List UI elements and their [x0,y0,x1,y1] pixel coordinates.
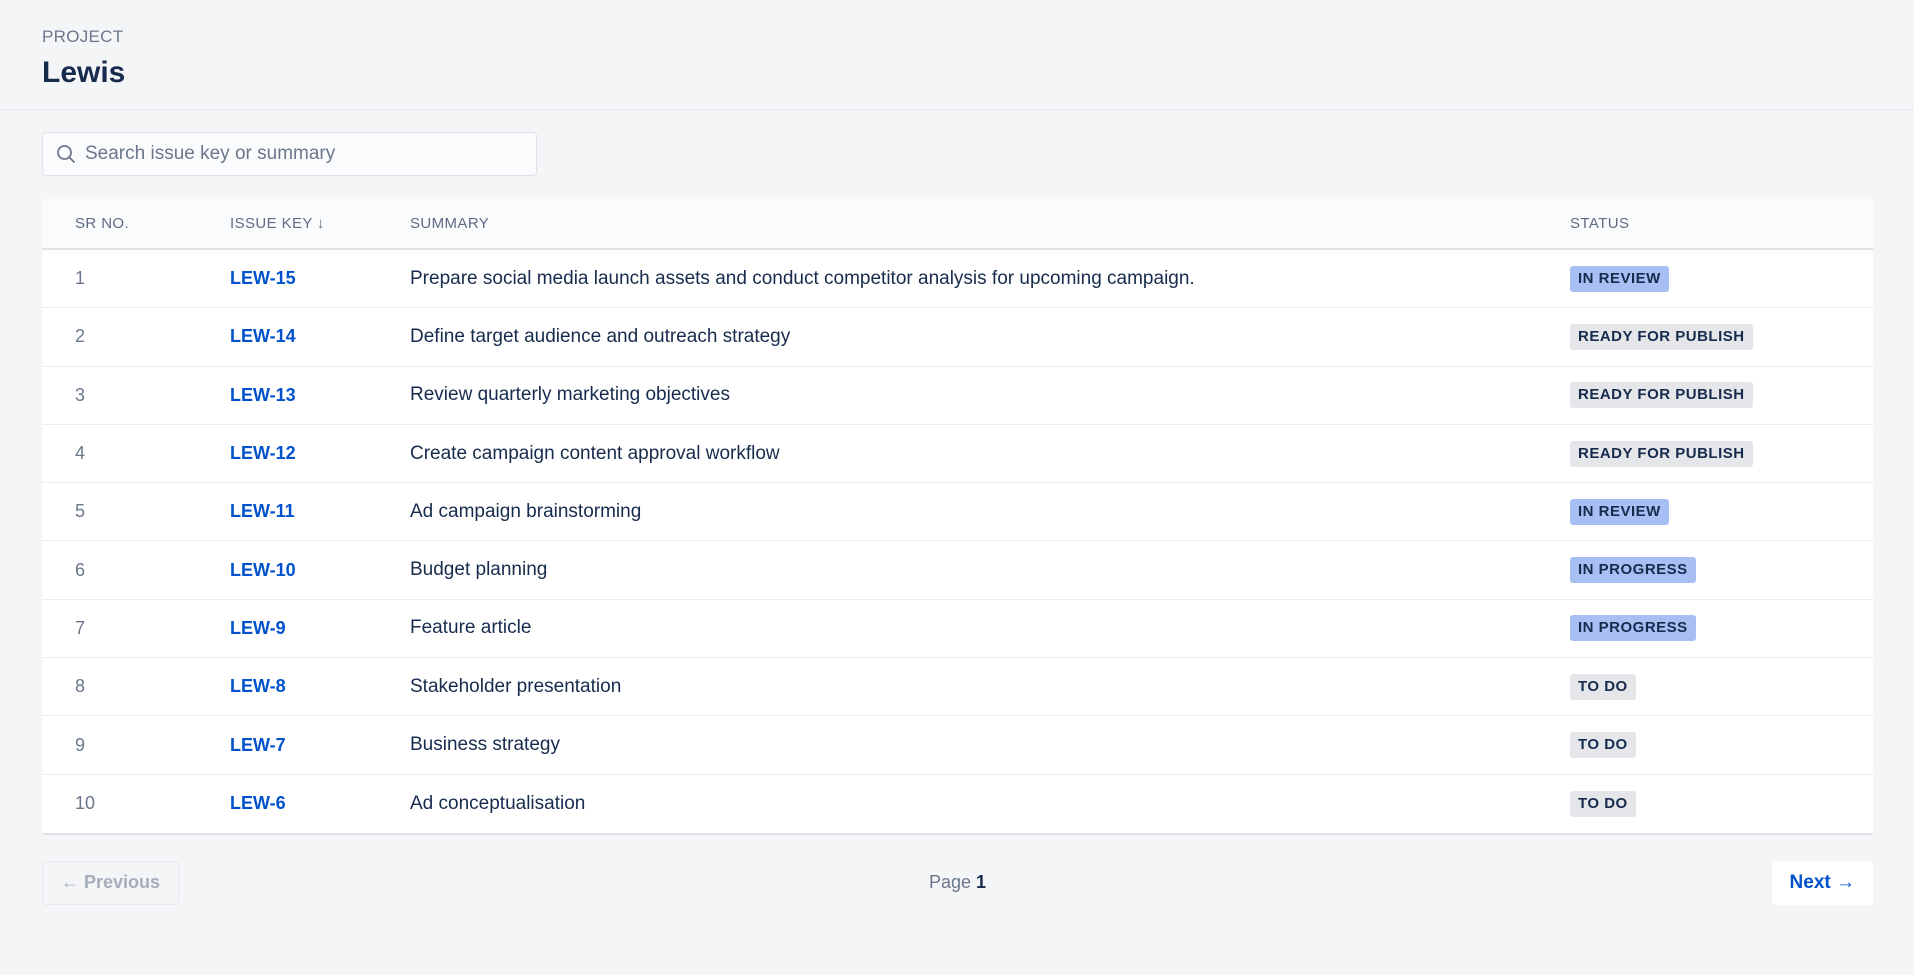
table-row[interactable]: 4 LEW-12 Create campaign content approval … [42,425,1873,484]
sr-number: 10 [75,793,96,814]
issue-summary: Budget planning [410,559,548,581]
page-indicator: Page 1 [929,872,986,893]
issue-key-link[interactable]: LEW-14 [230,326,296,346]
table-row[interactable]: 3 LEW-13 Review quarterly marketing object… [42,367,1873,425]
search-icon [55,143,77,165]
issue-summary: Ad conceptualisation [410,792,586,814]
issue-key-link[interactable]: LEW-11 [230,501,295,521]
page-label: Page [928,872,972,893]
issue-summary: Review quarterly marketing objectives [410,384,730,406]
column-header-key[interactable]: ISSUE KEY [230,215,313,232]
sr-number: 4 [75,443,86,464]
column-header-sr[interactable]: SR NO. [75,215,129,232]
status-badge: IN REVIEW [1570,498,1669,525]
sr-number: 3 [75,384,86,405]
issue-summary: Stakeholder presentation [410,675,622,697]
sort-down-icon[interactable]: ↓ [317,215,325,232]
issue-summary: Ad campaign brainstorming [410,500,642,522]
issue-summary: Create campaign content approval workflo… [410,442,780,464]
main-content: SR NO. ISSUE KEY↓ SUMMARY STATUS 1 LEW-15… [0,110,1914,905]
table-row[interactable]: 7 LEW-9 Feature article IN PROGRESS [42,600,1873,659]
column-header-summary[interactable]: SUMMARY [410,215,489,232]
column-header-key-sort[interactable]: ISSUE KEY ↓ [230,215,410,233]
status-badge: IN REVIEW [1570,265,1669,292]
issues-table: SR NO. ISSUE KEY ↓ SUMMARY STATUS 1 LEW-15… [42,199,1873,835]
status-badge: IN PROGRESS [1570,615,1696,642]
status-badge: TO DO [1570,673,1636,700]
page-title: Lewis [42,56,126,89]
table-row[interactable]: 8 LEW-8 Stakeholder presentation TO DO [42,658,1873,717]
issue-summary: Business strategy [410,734,560,756]
table-row[interactable]: 1 LEW-15 Prepare social media launch asset… [42,250,1873,309]
table-row[interactable]: 6 LEW-10 Budget planning IN PROGRESS [42,541,1873,600]
table-body: 1 LEW-15 Prepare social media launch asset… [42,250,1873,833]
pagination: ← Previous Page 1 Next → [42,860,1873,905]
issue-key-link[interactable]: LEW-9 [230,618,286,638]
issue-key-link[interactable]: LEW-13 [230,385,296,405]
issue-summary: Feature article [410,617,532,639]
issue-summary: Define target audience and outreach stra… [410,325,791,347]
search-box[interactable] [42,132,537,176]
status-badge: READY FOR PUBLISH [1570,440,1753,467]
search-input[interactable] [85,143,524,165]
issue-key-link[interactable]: LEW-10 [230,560,296,580]
sr-number: 1 [75,268,86,289]
status-badge: READY FOR PUBLISH [1570,323,1753,350]
status-badge: IN PROGRESS [1570,557,1696,584]
previous-page-button[interactable]: ← Previous [42,860,180,905]
sr-number: 8 [75,676,86,697]
next-page-button[interactable]: Next → [1771,860,1873,905]
table-header-row: SR NO. ISSUE KEY ↓ SUMMARY STATUS [42,199,1873,250]
table-row[interactable]: 2 LEW-14 Define target audience and outrea… [42,308,1873,367]
column-header-status[interactable]: STATUS [1570,215,1629,232]
issue-key-link[interactable]: LEW-8 [230,676,286,696]
page-header: PROJECT Lewis [0,0,1914,110]
page-number: 1 [976,872,987,893]
status-badge: TO DO [1570,790,1636,817]
table-row[interactable]: 5 LEW-11 Ad campaign brainstorming IN REVIE… [42,483,1873,542]
sr-number: 9 [75,734,86,755]
status-badge: READY FOR PUBLISH [1570,382,1753,409]
project-eyebrow: PROJECT [42,27,124,46]
table-row[interactable]: 9 LEW-7 Business strategy TO DO [42,716,1873,775]
sr-number: 2 [75,326,86,347]
issue-summary: Prepare social media launch assets and c… [410,267,1195,289]
sr-number: 6 [75,559,86,580]
issue-key-link[interactable]: LEW-15 [230,268,296,288]
status-badge: TO DO [1570,732,1636,759]
sr-number: 7 [75,617,86,638]
sr-number: 5 [75,501,86,522]
issue-key-link[interactable]: LEW-6 [230,793,286,813]
table-row[interactable]: 10 LEW-6 Ad conceptualisation TO DO [42,775,1873,833]
issue-key-link[interactable]: LEW-7 [230,735,286,755]
issue-key-link[interactable]: LEW-12 [230,443,296,463]
